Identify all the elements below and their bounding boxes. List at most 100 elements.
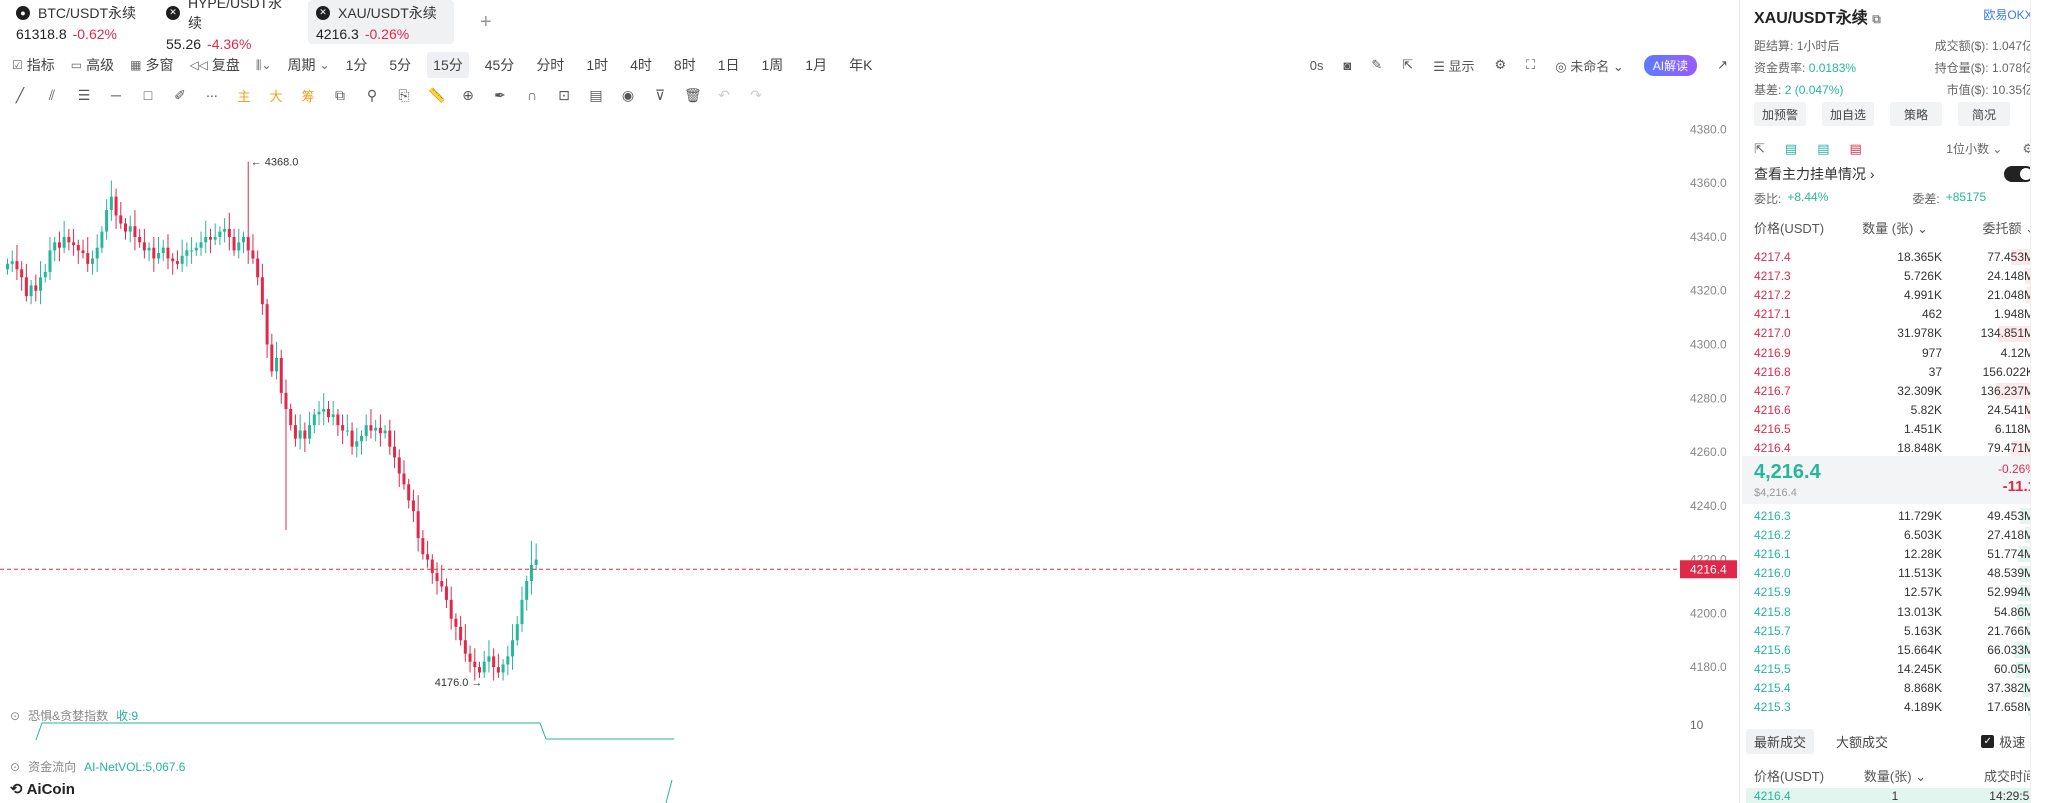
fullscreen-icon[interactable]: ⛶ (1526, 57, 1535, 73)
bid-row[interactable]: 4216.0 11.513K 48.539M (1754, 564, 2036, 583)
collapse-icon[interactable]: ⊙ (10, 760, 20, 774)
ask-row[interactable]: 4217.0 31.978K 134.851M (1754, 324, 2036, 343)
bid-row[interactable]: 4216.3 11.729K 49.453M (1754, 506, 2036, 525)
ask-row[interactable]: 4217.1 462 1.948M (1754, 305, 2036, 324)
add-watchlist-button[interactable]: 加自选 (1822, 102, 1874, 126)
camera-icon[interactable]: ◙ (1344, 58, 1352, 73)
book-asks-icon[interactable]: ▤ (1850, 141, 1862, 157)
ai-analysis-button[interactable]: AI解读 (1643, 54, 1698, 76)
hide-tool-icon[interactable]: ◉ (620, 87, 636, 104)
redo-icon[interactable]: ↷ (748, 87, 764, 104)
ask-row[interactable]: 4216.7 32.309K 136.237M (1754, 381, 2036, 400)
checkbox-icon[interactable]: ✓ (1981, 734, 1995, 748)
chip-tool[interactable]: 筹 (300, 86, 316, 105)
copy-tool-icon[interactable]: ⎘ (396, 87, 412, 104)
tab-xau[interactable]: ✕ XAU/USDT永续 4216.3 -0.26% (308, 0, 454, 44)
parallel-tool-icon[interactable]: ⫽ (44, 87, 60, 104)
replay-button[interactable]: ◁◁ 复盘 (189, 55, 239, 75)
tab-btc[interactable]: ● BTC/USDT永续 61318.8 -0.62% (8, 0, 154, 44)
advanced-button[interactable]: ▭ 高级 (71, 55, 114, 75)
period-45m[interactable]: 45分 (485, 55, 515, 75)
bid-row[interactable]: 4215.5 14.245K 60.05M (1754, 660, 2036, 679)
ruler-tool-icon[interactable]: 📏 (428, 87, 445, 104)
overview-button[interactable]: 简况 (1958, 102, 2010, 126)
settings-icon[interactable]: ⚙ (1494, 57, 1506, 73)
add-alert-button[interactable]: 加预警 (1754, 102, 1806, 126)
collapse-icon[interactable]: ⊙ (10, 709, 20, 723)
big-order-tool[interactable]: 大 (268, 86, 284, 105)
bid-row[interactable]: 4216.2 6.503K 27.418M (1754, 525, 2036, 544)
ask-row[interactable]: 4216.9 977 4.12M (1754, 343, 2036, 362)
hline-tool-icon[interactable]: ─ (108, 87, 124, 103)
period-1m[interactable]: 1分 (346, 55, 368, 75)
fast-toggle[interactable]: ✓ 极速 (1981, 732, 2025, 751)
lock-tool-icon[interactable]: ⊡ (556, 87, 572, 104)
copy-icon[interactable]: ⧉ (1872, 12, 1881, 26)
multi-window-button[interactable]: ▦ 多窗 (130, 55, 173, 75)
export-icon[interactable]: ⇱ (1402, 57, 1413, 73)
tab-hype[interactable]: ✕ HYPE/USDT永续 55.26 -4.36% (158, 0, 304, 52)
note-tool-icon[interactable]: ▤ (588, 87, 604, 104)
chart-type-button[interactable]: ⫼⌄ (256, 58, 272, 73)
book-both-icon[interactable]: ▤ (1785, 141, 1797, 157)
bid-row[interactable]: 4215.8 13.013K 54.86M (1754, 602, 2036, 621)
ask-row[interactable]: 4217.2 4.991K 21.048M (1754, 285, 2036, 304)
magic-tool-icon[interactable]: ⚲ (364, 87, 380, 104)
share-icon[interactable]: ↗ (1717, 57, 1728, 73)
hlines-tool-icon[interactable]: ☰ (76, 87, 92, 104)
bid-row[interactable]: 4215.3 4.189K 17.658M (1754, 698, 2036, 717)
expand-icon[interactable]: ⇱ (1754, 141, 1765, 157)
undo-icon[interactable]: ↶ (716, 87, 732, 104)
ask-row[interactable]: 4216.5 1.451K 6.118M (1754, 420, 2036, 439)
period-8h[interactable]: 8时 (674, 55, 696, 75)
period-1w[interactable]: 1周 (762, 55, 784, 75)
trade-col-qty[interactable]: 数量(张) ⌄ (1848, 766, 1942, 785)
bid-row[interactable]: 4215.4 8.868K 37.382M (1754, 679, 2036, 698)
pen-icon[interactable]: ✎ (1371, 57, 1382, 73)
col-qty[interactable]: 数量 (张) ⌄ (1848, 218, 1942, 237)
magnet-tool-icon[interactable]: ∩ (524, 87, 540, 103)
bid-row[interactable]: 4216.1 12.28K 51.774M (1754, 544, 2036, 563)
period-4h[interactable]: 4时 (630, 55, 652, 75)
zoom-tool-icon[interactable]: ⊕ (460, 87, 476, 104)
tab-large-trades[interactable]: 大额成交 (1828, 729, 1896, 754)
brush-tool-icon[interactable]: ✐ (172, 87, 188, 104)
candlestick-chart[interactable]: 4380.0 4360.0 4340.0 4320.0 4300.0 4280.0 4260… (0, 110, 1740, 803)
period-timeshare[interactable]: 分时 (536, 55, 564, 75)
period-1mo[interactable]: 1月 (805, 55, 827, 75)
bid-row[interactable]: 4215.9 12.57K 52.994M (1754, 583, 2036, 602)
add-tab-button[interactable]: + (480, 11, 492, 34)
layout-dropdown[interactable]: ◎ 未命名 ⌄ (1555, 56, 1624, 75)
main-force-tool[interactable]: 主 (236, 86, 252, 105)
order-amount: 27.418M (1987, 527, 2034, 542)
period-1d[interactable]: 1日 (718, 55, 740, 75)
line-tool-icon[interactable]: ╱ (12, 87, 28, 104)
ask-row[interactable]: 4216.6 5.82K 24.541M (1754, 401, 2036, 420)
ask-row[interactable]: 4216.8 37 156.022K (1754, 362, 2036, 381)
period-year[interactable]: 年K (849, 55, 872, 75)
strategy-button[interactable]: 策略 (1890, 102, 1942, 126)
period-dropdown[interactable]: 周期 ⌄ (288, 55, 330, 75)
ask-row[interactable]: 4217.4 18.365K 77.453M (1754, 247, 2036, 266)
display-button[interactable]: ☰ 显示 (1433, 56, 1474, 75)
book-bids-icon[interactable]: ▤ (1817, 141, 1829, 157)
period-15m[interactable]: 15分 (427, 52, 469, 78)
price-chart[interactable]: 4380.0 4360.0 4340.0 4320.0 4300.0 4280.0 4260… (0, 110, 1740, 803)
decimal-dropdown[interactable]: 1位小数 ⌄ (1946, 140, 2002, 157)
marker-tool-icon[interactable]: ✒ (492, 87, 508, 104)
bid-row[interactable]: 4215.6 15.664K 66.033M (1754, 640, 2036, 659)
refresh-timer[interactable]: 0s (1310, 58, 1324, 73)
period-1h[interactable]: 1时 (586, 55, 608, 75)
col-amount[interactable]: 委托额 ⌄ (1942, 218, 2036, 237)
rect-tool-icon[interactable]: □ (140, 87, 156, 103)
ask-row[interactable]: 4217.3 5.726K 24.148M (1754, 266, 2036, 285)
bid-row[interactable]: 4215.7 5.163K 21.766M (1754, 621, 2036, 640)
period-5m[interactable]: 5分 (389, 55, 411, 75)
indicator-button[interactable]: ☑ 指标 (12, 55, 55, 75)
tab-latest-trades[interactable]: 最新成交 (1746, 728, 1815, 754)
layers-tool-icon[interactable]: ⧉ (332, 87, 348, 104)
main-order-link[interactable]: 查看主力挂单情况 › (1754, 164, 1875, 184)
dots-tool-icon[interactable]: ∙∙∙ (204, 87, 220, 103)
trash-tool-icon[interactable]: 🗑 (684, 87, 702, 104)
filter-tool-icon[interactable]: ⊽ (652, 87, 668, 104)
